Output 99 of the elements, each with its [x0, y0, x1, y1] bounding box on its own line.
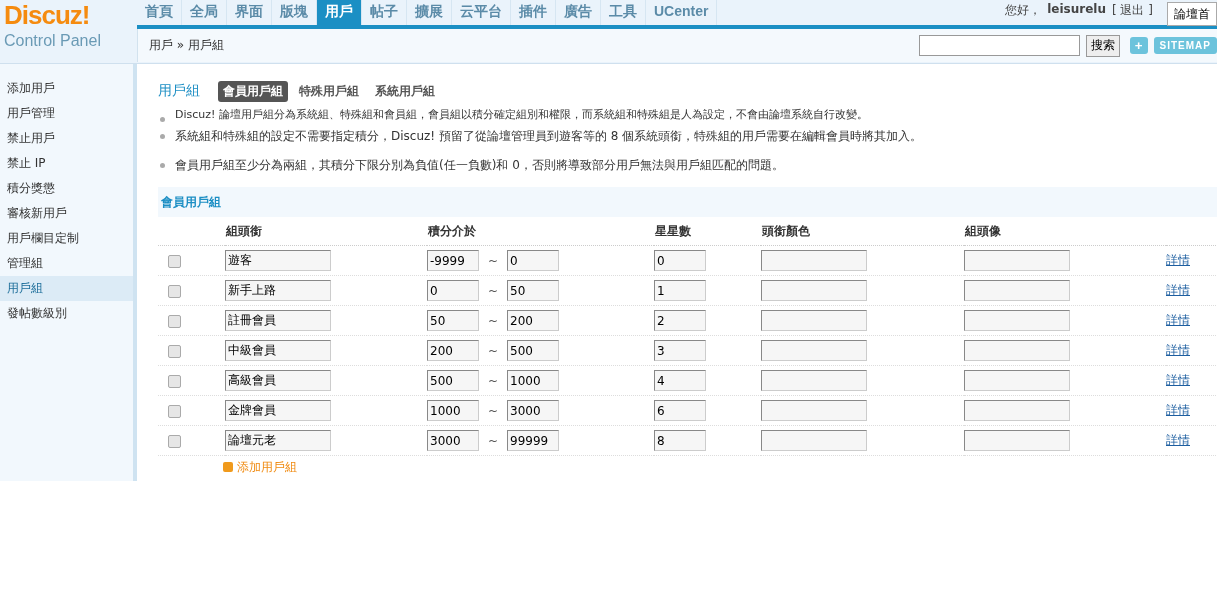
color-field[interactable] [761, 400, 867, 421]
row-checkbox[interactable] [168, 374, 181, 388]
stars-field[interactable]: 2 [654, 310, 706, 331]
range-separator: ~ [486, 403, 500, 418]
title-field[interactable]: 中級會員 [225, 340, 331, 361]
stars-field[interactable]: 6 [654, 400, 706, 421]
logo-subtitle: Control Panel [4, 32, 102, 50]
sidebar-item[interactable]: 管理組 [0, 251, 133, 276]
sidebar-item[interactable]: 用戶管理 [0, 101, 133, 126]
brand-logo: Discuz! [4, 0, 91, 30]
max-credit-field[interactable]: 50 [507, 280, 559, 301]
max-credit-field[interactable]: 99999 [507, 430, 559, 451]
max-credit-field[interactable]: 0 [507, 250, 559, 271]
row-checkbox[interactable] [168, 434, 181, 448]
max-credit-field[interactable]: 500 [507, 340, 559, 361]
details-link[interactable]: 詳情 [1166, 253, 1190, 267]
color-field[interactable] [761, 280, 867, 301]
row-checkbox[interactable] [168, 404, 181, 418]
avatar-field[interactable] [964, 280, 1070, 301]
page-title: 用戶組 [158, 82, 200, 100]
nav-tab[interactable]: 用戶 [317, 0, 362, 25]
tab[interactable]: 特殊用戶組 [294, 80, 364, 102]
avatar-field[interactable] [964, 400, 1070, 421]
tip-text: 系統組和特殊組的設定不需要指定積分，Discuz! 預留了從論壇管理員到遊客等的 8 個系統頭銜，特殊組的用戶需要在編輯會員時將其加入。 [175, 128, 923, 145]
row-checkbox[interactable] [168, 284, 181, 298]
column-header: 組頭像 [964, 217, 1166, 246]
details-link[interactable]: 詳情 [1166, 403, 1190, 417]
details-link[interactable]: 詳情 [1166, 343, 1190, 357]
color-field[interactable] [761, 340, 867, 361]
breadcrumb: 用戶 » 用戶組 [149, 37, 224, 54]
sidebar-item[interactable]: 禁止用戶 [0, 126, 133, 151]
tab[interactable]: 會員用戶組 [218, 80, 288, 102]
row-checkbox[interactable] [168, 344, 181, 358]
max-credit-field[interactable]: 200 [507, 310, 559, 331]
title-field[interactable]: 新手上路 [225, 280, 331, 301]
color-field[interactable] [761, 430, 867, 451]
logout-link[interactable]: [ 退出 ] [1112, 2, 1153, 19]
bullet-icon [160, 117, 165, 122]
range-separator: ~ [486, 343, 500, 358]
min-credit-field[interactable]: 200 [427, 340, 479, 361]
details-link[interactable]: 詳情 [1166, 313, 1190, 327]
range-separator: ~ [486, 313, 500, 328]
range-separator: ~ [486, 253, 500, 268]
search-button[interactable]: 搜索 [1085, 34, 1120, 57]
title-field[interactable]: 金牌會員 [225, 400, 331, 421]
user-name: leisurelu [1047, 2, 1106, 16]
title-field[interactable]: 註冊會員 [225, 310, 331, 331]
avatar-field[interactable] [964, 370, 1070, 391]
section-title: 會員用戶組 [158, 187, 1217, 217]
search-field[interactable] [918, 35, 1080, 56]
range-separator: ~ [486, 433, 500, 448]
color-field[interactable] [761, 250, 867, 271]
avatar-field[interactable] [964, 250, 1070, 271]
min-credit-field[interactable]: 1000 [427, 400, 479, 421]
details-link[interactable]: 詳情 [1166, 373, 1190, 387]
stars-field[interactable]: 4 [654, 370, 706, 391]
column-header: 組頭銜 [225, 217, 427, 246]
stars-field[interactable]: 3 [654, 340, 706, 361]
max-credit-field[interactable]: 1000 [507, 370, 559, 391]
row-checkbox[interactable] [168, 314, 181, 328]
column-header: 星星數 [654, 217, 761, 246]
details-link[interactable]: 詳情 [1166, 283, 1190, 297]
min-credit-field[interactable]: 0 [427, 280, 479, 301]
sidebar-item[interactable]: 發帖數級別 [0, 301, 133, 326]
sidebar-item[interactable]: 用戶欄目定制 [0, 226, 133, 251]
sidebar-item[interactable]: 審核新用戶 [0, 201, 133, 226]
min-credit-field[interactable]: 3000 [427, 430, 479, 451]
forum-home-button[interactable]: 論壇首 [1167, 2, 1217, 26]
bullet-icon [160, 134, 165, 139]
sidebar-item[interactable]: 添加用戶 [0, 76, 133, 101]
details-link[interactable]: 詳情 [1166, 433, 1190, 447]
avatar-field[interactable] [964, 310, 1070, 331]
avatar-field[interactable] [964, 430, 1070, 451]
tip-text: 會員用戶組至少分為兩組，其積分下限分別為負值(任一負數)和 0，否則將導致部分用戶無法與用戶組匹配的問題。 [175, 157, 784, 174]
sidebar-item[interactable]: 積分獎懲 [0, 176, 133, 201]
tab[interactable]: 系統用戶組 [370, 80, 440, 102]
row-checkbox[interactable] [168, 254, 181, 268]
sidebar-item[interactable]: 禁止 IP [0, 151, 133, 176]
tip-text: Discuz! 論壇用戶組分為系統組、特殊組和會員組，會員組以積分確定組別和權限，而系統組和特殊組是人為設定，不會由論壇系統自行改變。 [175, 107, 868, 122]
range-separator: ~ [486, 283, 500, 298]
stars-field[interactable]: 8 [654, 430, 706, 451]
min-credit-field[interactable]: -9999 [427, 250, 479, 271]
stars-field[interactable]: 1 [654, 280, 706, 301]
bullet-icon [160, 163, 165, 168]
range-separator: ~ [486, 373, 500, 388]
color-field[interactable] [761, 310, 867, 331]
title-field[interactable]: 遊客 [225, 250, 331, 271]
max-credit-field[interactable]: 3000 [507, 400, 559, 421]
color-field[interactable] [761, 370, 867, 391]
sidebar-item[interactable]: 用戶組 [0, 276, 133, 301]
min-credit-field[interactable]: 50 [427, 310, 479, 331]
min-credit-field[interactable]: 500 [427, 370, 479, 391]
title-field[interactable]: 論壇元老 [225, 430, 331, 451]
avatar-field[interactable] [964, 340, 1070, 361]
column-header: 頭銜顏色 [761, 217, 964, 246]
column-header: 積分介於 [427, 217, 654, 246]
greeting-text: 您好， [1005, 2, 1042, 19]
title-field[interactable]: 高級會員 [225, 370, 331, 391]
stars-field[interactable]: 0 [654, 250, 706, 271]
